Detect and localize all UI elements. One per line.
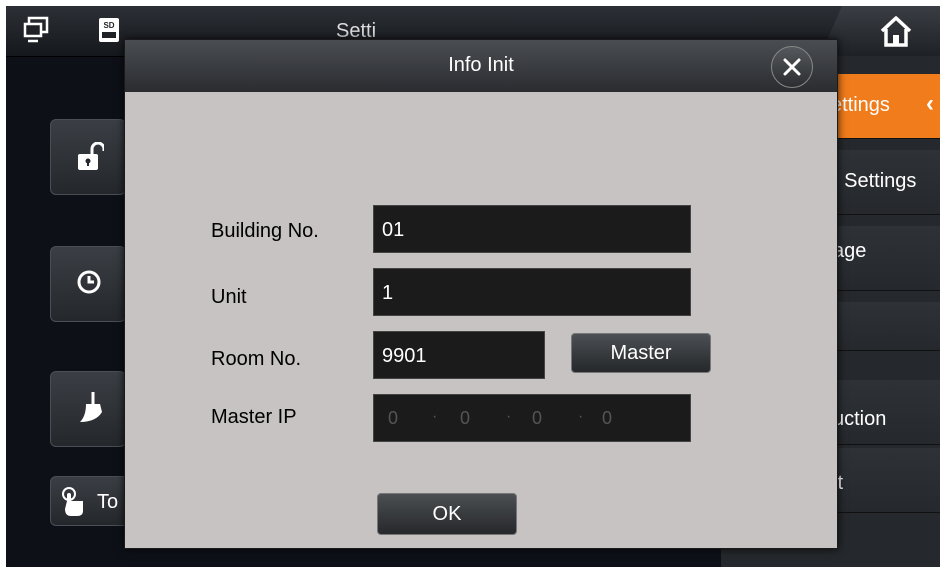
ip-octet: 0: [388, 408, 399, 428]
close-icon: [783, 58, 801, 76]
home-button[interactable]: [820, 6, 940, 56]
building-label: Building No.: [211, 220, 319, 242]
menu-item-label: age: [833, 240, 867, 262]
ok-button[interactable]: OK: [377, 493, 517, 535]
clean-button[interactable]: [50, 371, 126, 447]
building-field[interactable]: 01: [373, 205, 691, 253]
sd-label: SD: [103, 21, 114, 30]
menu-item-label: ettings: [831, 94, 890, 116]
clock-icon: [77, 270, 101, 294]
sd-card-icon: SD: [96, 16, 124, 44]
master-ip-label: Master IP: [211, 406, 297, 428]
ip-dot: ·: [506, 408, 512, 425]
clock-button[interactable]: [50, 246, 126, 322]
monitor-icon[interactable]: [22, 16, 50, 44]
ip-octet: 0: [602, 408, 613, 428]
dialog-header: Info Init: [125, 40, 837, 92]
ip-dot: ·: [432, 408, 438, 425]
unit-label: Unit: [211, 286, 247, 308]
dialog-title: Info Init: [448, 54, 514, 76]
master-button[interactable]: Master: [571, 333, 711, 373]
touch-hand-icon: [62, 487, 83, 516]
menu-item-label: : Settings: [833, 170, 917, 192]
room-value: 9901: [382, 345, 427, 367]
device-screen: SD Setti To ettings ‹: Settings age uct…: [6, 6, 940, 567]
ip-octet: 0: [460, 408, 471, 428]
chevron-left-icon: ‹: [926, 90, 934, 117]
room-label: Room No.: [211, 348, 302, 370]
unit-field[interactable]: 1: [373, 268, 691, 316]
close-button[interactable]: [771, 46, 813, 88]
ip-octet: 0: [532, 408, 543, 428]
broom-icon: [80, 392, 102, 422]
unlock-icon: [78, 142, 104, 170]
touch-settings-label: To: [97, 491, 119, 513]
info-init-dialog: Info Init Building No. 01 Unit 1 Room No…: [124, 39, 838, 549]
unlock-button[interactable]: [50, 119, 126, 195]
home-icon: [880, 16, 912, 47]
menu-item-label: uction: [833, 408, 887, 430]
room-field[interactable]: 9901: [373, 331, 545, 379]
master-ip-field[interactable]: 0 · 0 · 0 · 0: [373, 394, 691, 442]
unit-value: 1: [382, 282, 394, 304]
ip-dot: ·: [578, 408, 584, 425]
building-value: 01: [382, 219, 405, 241]
